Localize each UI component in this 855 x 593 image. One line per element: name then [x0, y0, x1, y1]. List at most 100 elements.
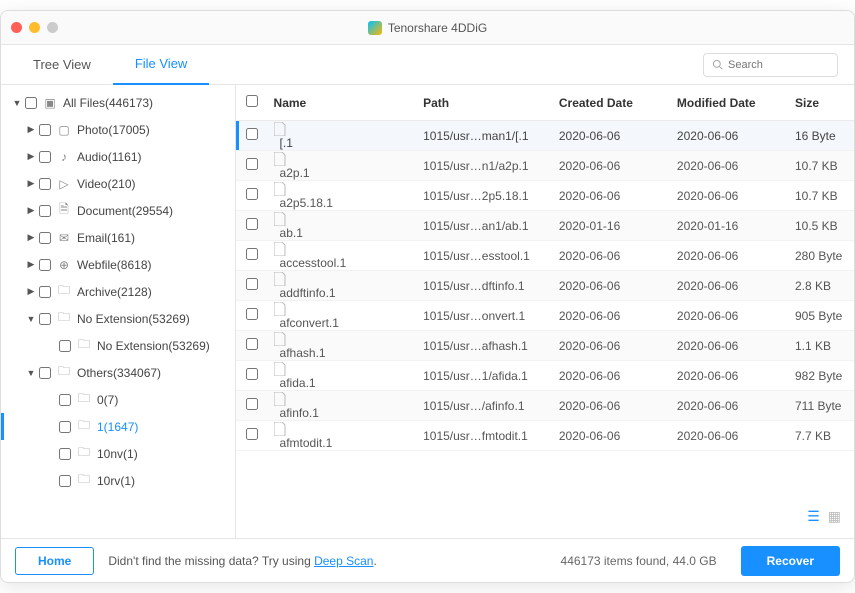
- recover-button[interactable]: Recover: [741, 546, 840, 576]
- table-row[interactable]: a2p5.18.11015/usr…2p5.18.12020-06-062020…: [236, 181, 854, 211]
- file-list: Name Path Created Date Modified Date Siz…: [236, 85, 854, 538]
- chevron-icon[interactable]: ▼: [11, 98, 23, 108]
- row-checkbox[interactable]: [246, 128, 258, 140]
- sidebar-checkbox[interactable]: [59, 394, 71, 406]
- cell-created: 2020-06-06: [559, 399, 677, 413]
- sidebar-item[interactable]: ▼🗀No Extension(53269): [1, 305, 235, 332]
- sidebar-item[interactable]: 🗀10rv(1): [1, 467, 235, 494]
- deepscan-link[interactable]: Deep Scan: [314, 554, 373, 568]
- sidebar-checkbox[interactable]: [39, 124, 51, 136]
- sidebar-item[interactable]: 🗀1(1647): [1, 413, 235, 440]
- maximize-window-button[interactable]: [47, 22, 58, 33]
- search-icon: [712, 59, 723, 70]
- file-icon: [274, 212, 424, 226]
- sidebar-checkbox[interactable]: [39, 313, 51, 325]
- row-checkbox[interactable]: [246, 248, 258, 260]
- select-all-checkbox[interactable]: [246, 95, 258, 107]
- sidebar-item[interactable]: ▼▣All Files(446173): [1, 89, 235, 116]
- webfile-icon: ⊕: [57, 258, 71, 272]
- sidebar-item-label: 10rv(1): [97, 474, 135, 488]
- table-row[interactable]: afmtodit.11015/usr…fmtodit.12020-06-0620…: [236, 421, 854, 451]
- cell-modified: 2020-01-16: [677, 219, 795, 233]
- sidebar-item[interactable]: ▶✉Email(161): [1, 224, 235, 251]
- cell-name: ab.1: [280, 226, 303, 240]
- sidebar-item[interactable]: ▶⊕Webfile(8618): [1, 251, 235, 278]
- header-created[interactable]: Created Date: [559, 96, 677, 110]
- sidebar-item[interactable]: 🗀0(7): [1, 386, 235, 413]
- sidebar-checkbox[interactable]: [39, 178, 51, 190]
- list-view-icon[interactable]: ☰: [807, 508, 820, 525]
- sidebar-checkbox[interactable]: [39, 232, 51, 244]
- sidebar-item[interactable]: ▼🗀Others(334067): [1, 359, 235, 386]
- sidebar-checkbox[interactable]: [59, 340, 71, 352]
- row-checkbox[interactable]: [246, 398, 258, 410]
- header-name[interactable]: Name: [274, 96, 424, 110]
- sidebar-checkbox[interactable]: [25, 97, 37, 109]
- sidebar-checkbox[interactable]: [39, 151, 51, 163]
- header-path[interactable]: Path: [423, 96, 559, 110]
- chevron-icon[interactable]: ▶: [25, 178, 37, 189]
- sidebar-checkbox[interactable]: [59, 475, 71, 487]
- table-row[interactable]: afconvert.11015/usr…onvert.12020-06-0620…: [236, 301, 854, 331]
- cell-name: addftinfo.1: [280, 286, 336, 300]
- table-row[interactable]: accesstool.11015/usr…esstool.12020-06-06…: [236, 241, 854, 271]
- close-window-button[interactable]: [11, 22, 22, 33]
- table-body: [.11015/usr…man1/[.12020-06-062020-06-06…: [236, 121, 854, 538]
- folder-icon: 🗀: [57, 308, 71, 329]
- row-checkbox[interactable]: [246, 158, 258, 170]
- chevron-icon[interactable]: ▶: [25, 286, 37, 297]
- cell-path: 1015/usr…n1/a2p.1: [423, 159, 559, 173]
- cell-modified: 2020-06-06: [677, 399, 795, 413]
- tab-tree-view[interactable]: Tree View: [11, 45, 113, 85]
- sidebar-checkbox[interactable]: [59, 448, 71, 460]
- minimize-window-button[interactable]: [29, 22, 40, 33]
- cell-modified: 2020-06-06: [677, 279, 795, 293]
- row-checkbox[interactable]: [246, 338, 258, 350]
- chevron-icon[interactable]: ▼: [25, 314, 37, 324]
- cell-modified: 2020-06-06: [677, 129, 795, 143]
- app-window: Tenorshare 4DDiG Tree View File View ▼▣A…: [0, 10, 855, 583]
- table-row[interactable]: afida.11015/usr…1/afida.12020-06-062020-…: [236, 361, 854, 391]
- row-checkbox[interactable]: [246, 428, 258, 440]
- table-row[interactable]: [.11015/usr…man1/[.12020-06-062020-06-06…: [236, 121, 854, 151]
- file-icon: [274, 362, 424, 376]
- sidebar-item[interactable]: 🗀No Extension(53269): [1, 332, 235, 359]
- sidebar-checkbox[interactable]: [39, 205, 51, 217]
- chevron-icon[interactable]: ▶: [25, 151, 37, 162]
- table-row[interactable]: addftinfo.11015/usr…dftinfo.12020-06-062…: [236, 271, 854, 301]
- grid-view-icon[interactable]: ▦: [828, 508, 841, 525]
- table-row[interactable]: ab.11015/usr…an1/ab.12020-01-162020-01-1…: [236, 211, 854, 241]
- sidebar-item[interactable]: ▶▢Photo(17005): [1, 116, 235, 143]
- sidebar-checkbox[interactable]: [59, 421, 71, 433]
- sidebar-item[interactable]: ▶▷Video(210): [1, 170, 235, 197]
- cell-size: 16 Byte: [795, 129, 854, 143]
- sidebar-checkbox[interactable]: [39, 367, 51, 379]
- row-checkbox[interactable]: [246, 308, 258, 320]
- sidebar-item[interactable]: 🗀10nv(1): [1, 440, 235, 467]
- sidebar-checkbox[interactable]: [39, 259, 51, 271]
- cell-modified: 2020-06-06: [677, 249, 795, 263]
- tab-file-view[interactable]: File View: [113, 45, 210, 85]
- chevron-icon[interactable]: ▼: [25, 368, 37, 378]
- home-button[interactable]: Home: [15, 547, 94, 575]
- chevron-icon[interactable]: ▶: [25, 259, 37, 270]
- row-checkbox[interactable]: [246, 218, 258, 230]
- table-row[interactable]: a2p.11015/usr…n1/a2p.12020-06-062020-06-…: [236, 151, 854, 181]
- chevron-icon[interactable]: ▶: [25, 205, 37, 216]
- sidebar-item[interactable]: ▶🗎Document(29554): [1, 197, 235, 224]
- cell-name: afmtodit.1: [280, 436, 333, 450]
- row-checkbox[interactable]: [246, 368, 258, 380]
- sidebar-item[interactable]: ▶🗀Archive(2128): [1, 278, 235, 305]
- search-input[interactable]: [728, 59, 829, 71]
- table-row[interactable]: afinfo.11015/usr…/afinfo.12020-06-062020…: [236, 391, 854, 421]
- header-modified[interactable]: Modified Date: [677, 96, 795, 110]
- row-checkbox[interactable]: [246, 188, 258, 200]
- row-checkbox[interactable]: [246, 278, 258, 290]
- sidebar-checkbox[interactable]: [39, 286, 51, 298]
- chevron-icon[interactable]: ▶: [25, 124, 37, 135]
- chevron-icon[interactable]: ▶: [25, 232, 37, 243]
- header-size[interactable]: Size: [795, 96, 854, 110]
- search-box[interactable]: [703, 53, 838, 77]
- sidebar-item[interactable]: ▶♪Audio(1161): [1, 143, 235, 170]
- table-row[interactable]: afhash.11015/usr…afhash.12020-06-062020-…: [236, 331, 854, 361]
